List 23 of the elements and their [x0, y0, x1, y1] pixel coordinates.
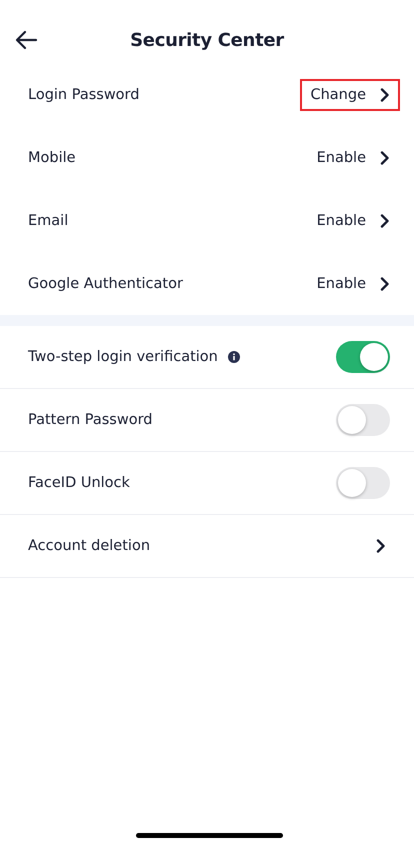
- setting-action[interactable]: Change: [300, 78, 400, 110]
- chevron-right-icon: [380, 150, 390, 164]
- toggle-switch[interactable]: [336, 467, 390, 499]
- info-icon[interactable]: [228, 351, 240, 363]
- setting-label: Email: [28, 212, 68, 228]
- setting-action[interactable]: Enable: [306, 268, 400, 300]
- page-title: Security Center: [130, 30, 284, 50]
- chevron-right-icon: [380, 88, 390, 102]
- toggle-switch[interactable]: [336, 341, 390, 373]
- toggle-switch[interactable]: [336, 404, 390, 436]
- chevron-right-icon: [376, 539, 386, 553]
- setting-action[interactable]: Enable: [306, 204, 400, 236]
- setting-label: Google Authenticator: [28, 276, 183, 292]
- setting-label: Pattern Password: [28, 412, 153, 428]
- setting-action[interactable]: Enable: [306, 142, 400, 174]
- setting-label: Account deletion: [28, 538, 150, 554]
- setting-label: Login Password: [28, 86, 140, 102]
- chevron-right-icon: [380, 276, 390, 290]
- setting-label: Two-step login verification: [28, 349, 218, 365]
- back-button[interactable]: [14, 29, 38, 51]
- setting-label: Mobile: [28, 150, 76, 166]
- chevron-right-icon: [380, 214, 390, 228]
- setting-label: FaceID Unlock: [28, 475, 130, 491]
